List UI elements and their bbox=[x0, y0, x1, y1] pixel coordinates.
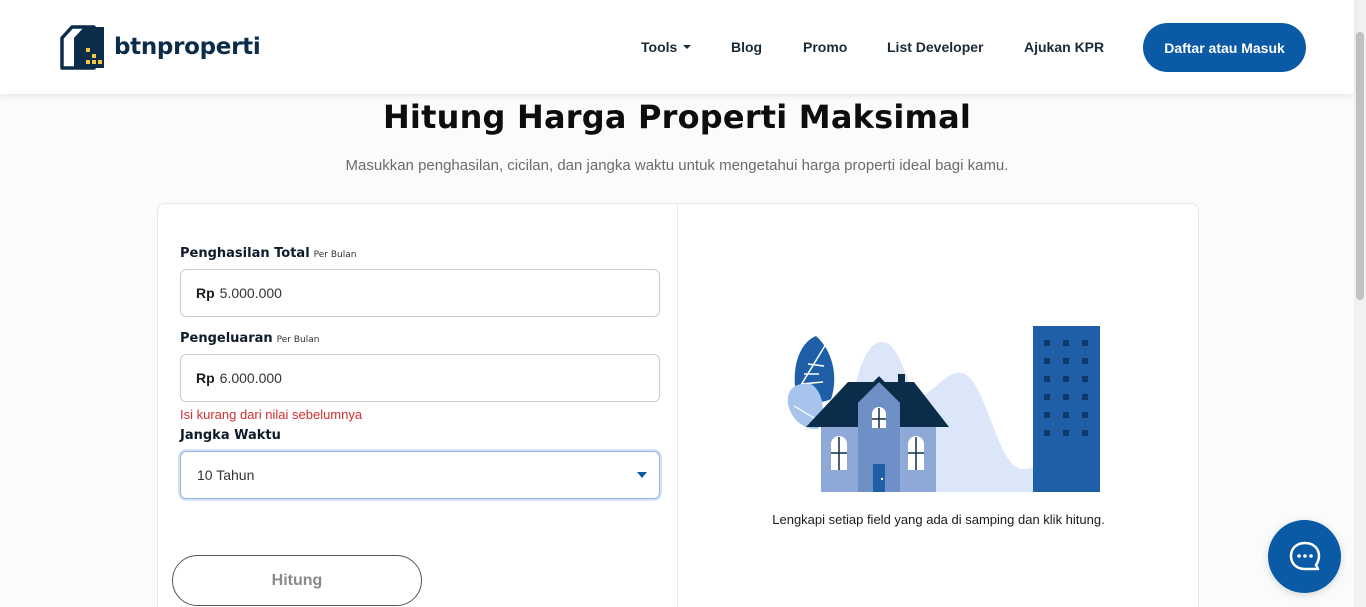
scrollbar-thumb[interactable] bbox=[1356, 32, 1364, 300]
chat-bubble-icon bbox=[1289, 541, 1320, 570]
expense-error-message: Isi kurang dari nilai sebelumnya bbox=[180, 407, 363, 422]
nav-tools-label: Tools bbox=[641, 39, 678, 55]
caret-down-icon bbox=[683, 45, 692, 49]
page-title: Hitung Harga Properti Maksimal bbox=[382, 98, 972, 136]
site-logo[interactable]: btnproperti bbox=[58, 24, 261, 70]
expense-input[interactable]: Rp 6.000.000 bbox=[180, 354, 660, 402]
term-label: Jangka Waktu bbox=[180, 428, 281, 443]
nav-blog-link[interactable]: Blog bbox=[731, 39, 762, 55]
income-sublabel: Per Bulan bbox=[313, 250, 357, 260]
login-register-button[interactable]: Daftar atau Masuk bbox=[1143, 23, 1306, 72]
expense-currency-prefix: Rp bbox=[196, 370, 215, 386]
page: btnproperti Tools Blog Promo List Develo… bbox=[0, 0, 1366, 607]
chat-button[interactable] bbox=[1268, 520, 1341, 593]
hitung-button[interactable]: Hitung bbox=[172, 555, 422, 606]
page-scrollbar[interactable] bbox=[1354, 0, 1366, 607]
page-subtitle: Masukkan penghasilan, cicilan, dan jangk… bbox=[345, 157, 1009, 174]
term-select[interactable]: 10 Tahun bbox=[180, 451, 660, 499]
nav-ajukan-kpr-link[interactable]: Ajukan KPR bbox=[1024, 39, 1104, 55]
nav-promo-link[interactable]: Promo bbox=[803, 39, 847, 55]
income-currency-prefix: Rp bbox=[196, 285, 215, 301]
expense-label-text: Pengeluaran bbox=[180, 331, 273, 346]
logo-wordmark: btnproperti bbox=[114, 34, 261, 60]
top-navbar: btnproperti Tools Blog Promo List Develo… bbox=[0, 0, 1354, 94]
card-divider bbox=[677, 204, 678, 607]
expense-label: Pengeluaran Per Bulan bbox=[180, 331, 319, 346]
house-logo-icon bbox=[60, 25, 104, 70]
term-selected-value: 10 Tahun bbox=[197, 467, 255, 483]
expense-sublabel: Per Bulan bbox=[276, 335, 320, 345]
income-label: Penghasilan Total Per Bulan bbox=[180, 246, 356, 261]
income-value: 5.000.000 bbox=[219, 285, 282, 301]
result-hint-text: Lengkapi setiap field yang ada di sampin… bbox=[772, 512, 1105, 527]
nav-tools-dropdown[interactable]: Tools bbox=[641, 39, 692, 55]
income-label-text: Penghasilan Total bbox=[180, 246, 310, 261]
income-input[interactable]: Rp 5.000.000 bbox=[180, 269, 660, 317]
expense-value: 6.000.000 bbox=[219, 370, 282, 386]
house-building-illustration bbox=[787, 326, 1100, 492]
caret-down-icon bbox=[637, 472, 647, 478]
nav-list-developer-link[interactable]: List Developer bbox=[887, 39, 983, 55]
